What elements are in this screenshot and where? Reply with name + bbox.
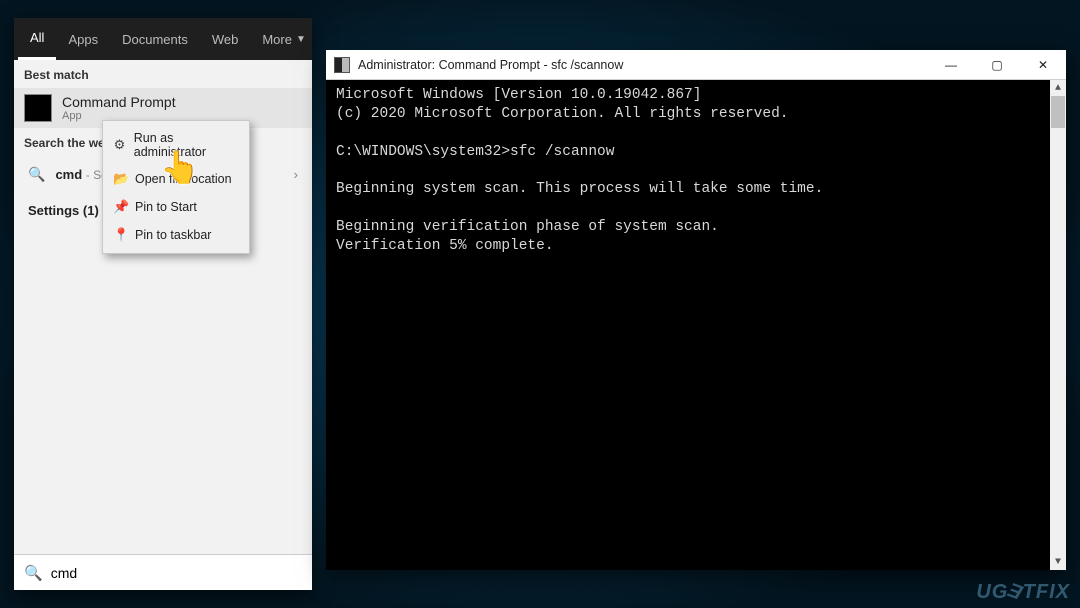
terminal-line: Beginning system scan. This process will…	[336, 180, 1056, 199]
search-box: 🔍	[14, 554, 312, 590]
terminal-line: Verification 5% complete.	[336, 237, 1056, 256]
search-input[interactable]	[51, 565, 302, 581]
ctx-open-file-location[interactable]: 📂 Open file location	[103, 165, 249, 193]
search-tabs: All Apps Documents Web More ▼	[14, 18, 312, 60]
terminal-line	[336, 199, 1056, 218]
command-prompt-icon	[334, 57, 350, 73]
terminal-line: (c) 2020 Microsoft Corporation. All righ…	[336, 105, 1056, 124]
scroll-thumb[interactable]	[1051, 96, 1065, 128]
command-prompt-icon	[24, 94, 52, 122]
scroll-down-icon[interactable]: ▼	[1050, 554, 1066, 570]
tab-more-label: More	[262, 32, 292, 47]
scrollbar[interactable]: ▲ ▼	[1050, 80, 1066, 570]
watermark: UGƎTFIX	[976, 581, 1070, 604]
web-term: cmd	[55, 167, 82, 182]
open-file-location-icon: 📂	[113, 171, 127, 187]
ctx-run-as-admin[interactable]: ⚙ Run as administrator	[103, 125, 249, 165]
app-title: Command Prompt	[62, 94, 176, 110]
maximize-button[interactable]: ▢	[974, 50, 1020, 80]
pin-to-taskbar-icon: 📍	[113, 227, 127, 243]
ctx-pin-to-start[interactable]: 📌 Pin to Start	[103, 193, 249, 221]
tab-apps[interactable]: Apps	[56, 18, 110, 60]
open-file-location-label: Open file location	[135, 172, 232, 186]
search-icon: 🔍	[28, 166, 45, 183]
terminal-line: Beginning verification phase of system s…	[336, 218, 1056, 237]
titlebar: Administrator: Command Prompt - sfc /sca…	[326, 50, 1066, 80]
run-as-admin-label: Run as administrator	[134, 131, 239, 159]
ctx-pin-to-taskbar[interactable]: 📍 Pin to taskbar	[103, 221, 249, 249]
pin-to-start-icon: 📌	[113, 199, 127, 215]
terminal-line	[336, 161, 1056, 180]
run-as-admin-icon: ⚙	[113, 137, 126, 153]
best-match-label: Best match	[14, 60, 312, 88]
window-title: Administrator: Command Prompt - sfc /sca…	[358, 58, 623, 72]
tab-all[interactable]: All	[18, 18, 56, 60]
minimize-button[interactable]: —	[928, 50, 974, 80]
close-button[interactable]: ✕	[1020, 50, 1066, 80]
context-menu: ⚙ Run as administrator 📂 Open file location…	[102, 120, 250, 254]
terminal-line: C:\WINDOWS\system32>sfc /scannow	[336, 143, 1056, 162]
terminal-output[interactable]: Microsoft Windows [Version 10.0.19042.86…	[326, 80, 1066, 570]
terminal-line: Microsoft Windows [Version 10.0.19042.86…	[336, 86, 1056, 105]
chevron-down-icon: ▼	[296, 34, 306, 45]
tab-more[interactable]: More ▼	[250, 18, 318, 60]
search-panel: All Apps Documents Web More ▼ Best match…	[14, 18, 312, 590]
search-icon: 🔍	[24, 564, 43, 582]
chevron-right-icon: ›	[294, 167, 298, 182]
terminal-line	[336, 124, 1056, 143]
pin-to-start-label: Pin to Start	[135, 200, 197, 214]
scroll-up-icon[interactable]: ▲	[1050, 80, 1066, 96]
tab-documents[interactable]: Documents	[110, 18, 200, 60]
command-prompt-window: Administrator: Command Prompt - sfc /sca…	[326, 50, 1066, 570]
tab-web[interactable]: Web	[200, 18, 251, 60]
pin-to-taskbar-label: Pin to taskbar	[135, 228, 211, 242]
